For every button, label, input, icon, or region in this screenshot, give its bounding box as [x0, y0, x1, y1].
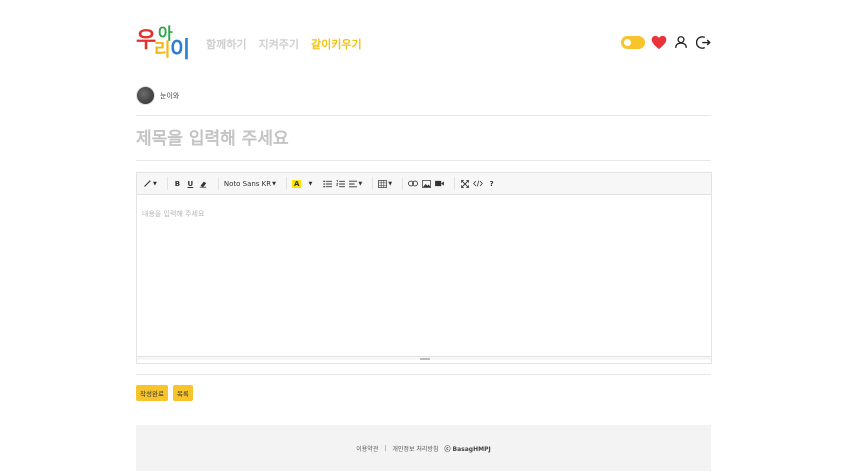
- underline-icon[interactable]: U: [184, 177, 197, 191]
- toolbar-separator: [372, 177, 374, 190]
- code-view-icon[interactable]: [471, 177, 485, 191]
- ordered-list-icon[interactable]: [334, 177, 347, 191]
- toolbar-separator: [217, 177, 219, 190]
- magic-wand-icon[interactable]: ▼: [141, 177, 159, 191]
- divider: [136, 374, 711, 375]
- font-color-button[interactable]: A: [290, 177, 303, 191]
- nav-item-together[interactable]: 함께하기: [206, 36, 246, 52]
- privacy-policy-link[interactable]: 개인정보 처리방침: [392, 444, 438, 453]
- logout-icon[interactable]: [695, 34, 711, 50]
- user-icon[interactable]: [673, 34, 689, 50]
- editor-placeholder: 내용을 입력해 주세요: [142, 210, 205, 218]
- editor-content-area[interactable]: 내용을 입력해 주세요: [137, 195, 711, 360]
- unordered-list-icon[interactable]: [321, 177, 334, 191]
- nav-item-protect[interactable]: 지켜주기: [258, 36, 298, 52]
- terms-link[interactable]: 이용약관: [356, 444, 378, 453]
- divider: [136, 115, 711, 116]
- divider: [136, 160, 711, 161]
- color-dropdown-caret[interactable]: ▼: [303, 177, 316, 191]
- logo-char: 이: [170, 38, 191, 63]
- font-color-icon: A: [292, 179, 302, 188]
- toolbar-separator: [166, 177, 168, 190]
- logo-char: 리: [154, 40, 171, 61]
- toolbar-separator: [286, 177, 287, 190]
- font-name-dropdown[interactable]: Noto Sans KR ▼: [222, 177, 278, 191]
- editor-toolbar: ▼ B U Noto Sans KR ▼ A ▼ ▼ ▼ ?: [137, 173, 711, 195]
- bold-icon[interactable]: B: [171, 177, 184, 191]
- table-dropdown[interactable]: ▼: [376, 177, 394, 191]
- avatar: [136, 86, 155, 105]
- toolbar-separator: [454, 177, 456, 190]
- author-info: 눈이와: [136, 86, 179, 105]
- nav-item-raise-together[interactable]: 같이키우기: [311, 36, 362, 52]
- font-name-label: Noto Sans KR: [223, 179, 272, 188]
- form-actions: 작성완료 목록: [136, 385, 193, 401]
- help-icon[interactable]: ?: [485, 177, 498, 191]
- submit-button[interactable]: 작성완료: [136, 385, 168, 401]
- author-name: 눈이와: [160, 91, 180, 100]
- rich-text-editor: ▼ B U Noto Sans KR ▼ A ▼ ▼ ▼ ? 내용을 입력해 주…: [136, 172, 712, 364]
- editor-resize-handle[interactable]: [137, 356, 711, 360]
- paragraph-align-dropdown[interactable]: ▼: [347, 177, 364, 191]
- eraser-icon[interactable]: [197, 177, 210, 191]
- header-actions: [621, 34, 711, 50]
- link-icon[interactable]: [406, 177, 420, 191]
- copyright: ⓒ BasagHMPJ: [444, 445, 491, 453]
- image-icon[interactable]: [420, 177, 433, 191]
- header: 우 아 리 이 함께하기 지켜주기 같이키우기: [136, 22, 711, 63]
- theme-toggle[interactable]: [621, 35, 645, 49]
- logo[interactable]: 우 아 리 이: [136, 22, 191, 63]
- footer: 이용약관 | 개인정보 처리방침 ⓒ BasagHMPJ: [136, 425, 711, 471]
- main-nav: 함께하기 지켜주기 같이키우기: [206, 36, 362, 52]
- footer-separator: |: [384, 444, 387, 452]
- fullscreen-icon[interactable]: [458, 177, 471, 191]
- list-button[interactable]: 목록: [172, 385, 193, 401]
- toolbar-separator: [402, 177, 404, 190]
- video-icon[interactable]: [433, 177, 446, 191]
- heart-icon[interactable]: [651, 34, 667, 50]
- title-input[interactable]: [136, 124, 711, 154]
